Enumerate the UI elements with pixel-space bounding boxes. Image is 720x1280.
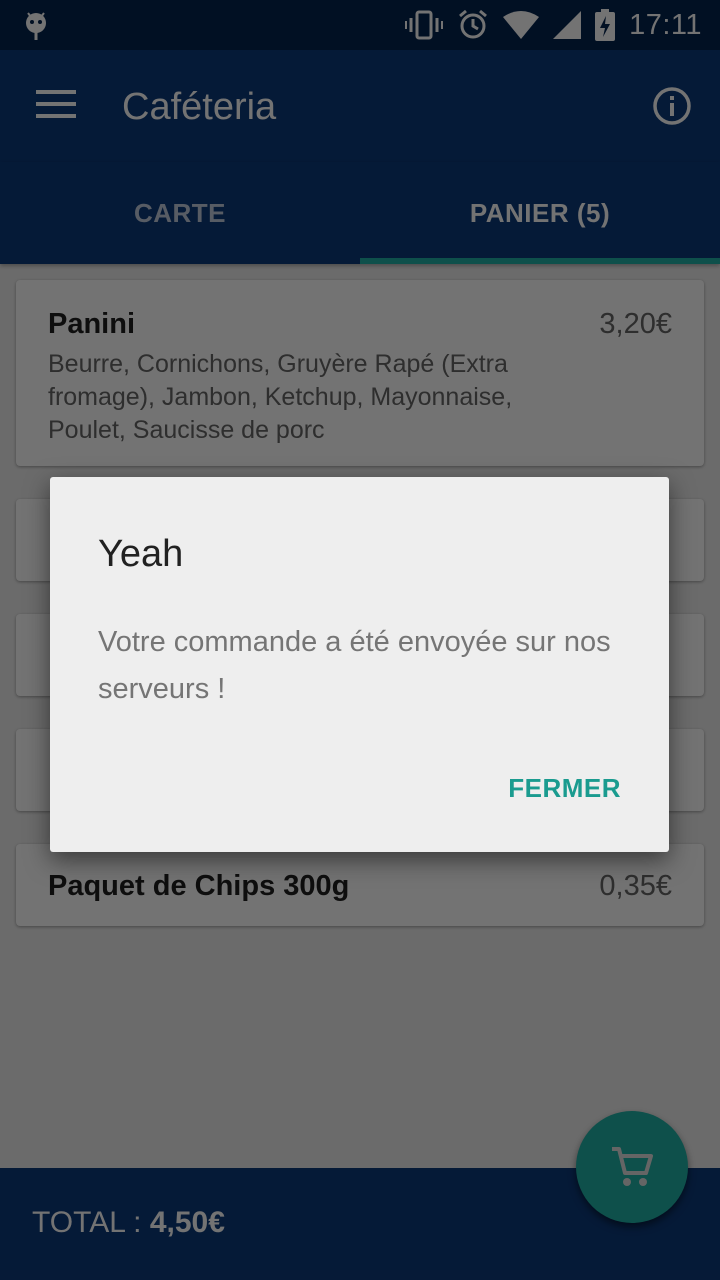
wifi-icon [503, 11, 540, 39]
app-title: Caféteria [122, 86, 277, 128]
item-description: Beurre, Cornichons, Gruyère Rapé (Extra … [48, 350, 513, 444]
info-icon[interactable] [652, 86, 692, 126]
cart-item[interactable]: Paquet de Chips 300g 0,35€ [16, 844, 704, 926]
app-bar: Caféteria [0, 50, 720, 162]
android-icon [26, 12, 46, 40]
item-name: Paquet de Chips 300g [48, 870, 350, 902]
vibrate-icon [405, 10, 444, 40]
cart-icon [612, 1147, 653, 1186]
signal-icon [553, 11, 582, 39]
total-value: 4,50€ [149, 1206, 225, 1239]
close-button[interactable]: FERMER [508, 773, 621, 804]
dialog-title: Yeah [98, 533, 184, 575]
tab-carte[interactable]: CARTE [0, 162, 360, 264]
tab-indicator [360, 258, 720, 264]
tab-bar: CARTE PANIER (5) [0, 162, 720, 264]
battery-charging-icon [595, 9, 616, 41]
clock: 17:11 [629, 8, 702, 41]
total-text: TOTAL : 4,50€ [32, 1206, 225, 1240]
item-price: 3,20€ [599, 308, 672, 340]
status-bar: 17:11 [0, 0, 720, 50]
total-label: TOTAL : [32, 1206, 142, 1239]
tab-panier[interactable]: PANIER (5) [360, 162, 720, 264]
cart-item[interactable]: Panini 3,20€ Beurre, Cornichons, Gruyère… [16, 280, 704, 466]
menu-icon[interactable] [36, 90, 76, 120]
item-name: Panini [48, 308, 136, 340]
item-price: 0,35€ [599, 870, 672, 902]
confirmation-dialog: Yeah Votre commande a été envoyée sur no… [50, 477, 669, 852]
checkout-fab[interactable] [576, 1111, 688, 1223]
dialog-message: Votre commande a été envoyée sur nos ser… [98, 626, 611, 705]
alarm-icon [459, 9, 488, 39]
